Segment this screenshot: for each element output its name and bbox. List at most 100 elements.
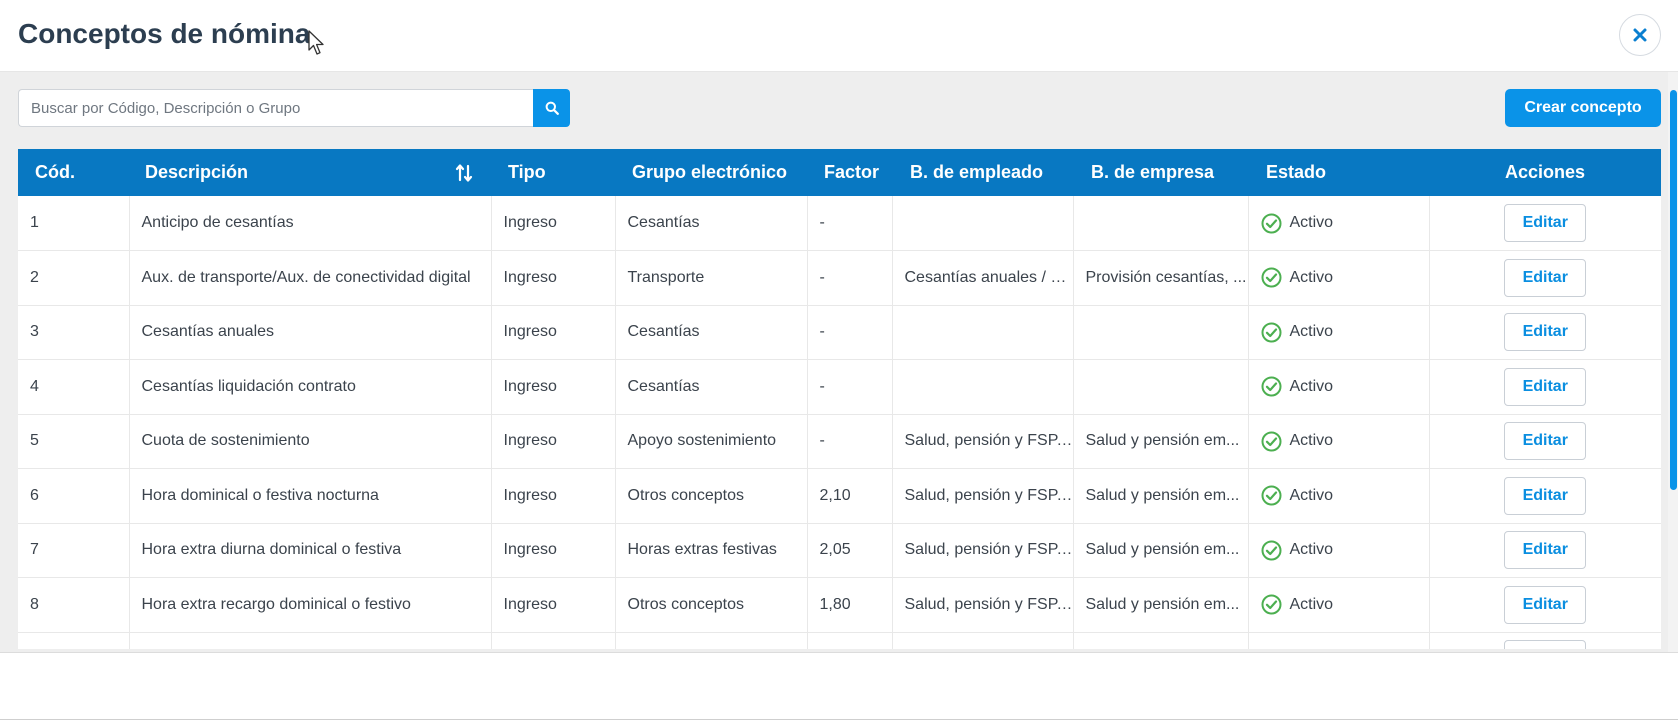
edit-button[interactable]: Editar — [1504, 313, 1587, 352]
concepts-table: Cód. Descripción Tipo Grupo electrónico … — [18, 149, 1661, 649]
cell-cod: 4 — [18, 359, 130, 415]
table-row: 9Hora extra recargo nocturnoIngresoOtros… — [18, 632, 1661, 649]
cell-empleado: Salud, pensión y FSP,... — [892, 577, 1074, 633]
edit-button[interactable]: Editar — [1504, 367, 1587, 406]
cell-tipo: Ingreso — [491, 414, 616, 469]
column-header-estado[interactable]: Estado — [1248, 149, 1429, 196]
cell-empleado: Salud, pensión y FSP,... — [892, 414, 1074, 469]
page-title: Conceptos de nómina — [18, 18, 311, 49]
column-header-empresa[interactable]: B. de empresa — [1073, 149, 1248, 196]
cell-cod: 5 — [18, 414, 130, 469]
cell-factor: 2,05 — [807, 523, 893, 578]
status-label: Activo — [1289, 595, 1334, 613]
edit-button[interactable]: Editar — [1504, 258, 1587, 297]
create-concept-button[interactable]: Crear concepto — [1505, 89, 1661, 127]
search-button[interactable] — [533, 89, 570, 127]
check-circle-icon — [1261, 213, 1281, 233]
close-button[interactable] — [1619, 14, 1661, 56]
cell-grupo: Otros conceptos — [615, 632, 808, 649]
cell-empleado — [892, 196, 1074, 251]
cell-estado: Activo — [1248, 359, 1430, 415]
edit-button[interactable]: Editar — [1504, 204, 1587, 242]
close-icon — [1633, 28, 1647, 42]
cell-cod: 2 — [18, 250, 130, 306]
cell-empleado: Salud, pensión y FSP,... — [892, 468, 1074, 524]
table-header-row: Cód. Descripción Tipo Grupo electrónico … — [18, 149, 1661, 196]
cell-grupo: Transporte — [615, 250, 808, 306]
column-header-descripcion[interactable]: Descripción — [129, 149, 491, 196]
cell-descripcion: Hora extra recargo dominical o festivo — [129, 577, 492, 633]
cell-estado: Activo — [1248, 305, 1430, 360]
cell-grupo: Cesantías — [615, 305, 808, 360]
cell-empresa: Salud y pensión em... — [1073, 632, 1249, 649]
check-circle-icon — [1261, 485, 1281, 506]
cell-acciones: Editar — [1429, 632, 1661, 649]
modal-content: Crear concepto Cód. Descripción T — [0, 72, 1678, 652]
status-label: Activo — [1289, 214, 1334, 231]
cell-empleado: Salud, pensión y FSP,... — [892, 632, 1074, 649]
cell-tipo: Ingreso — [491, 523, 616, 578]
cell-grupo: Cesantías — [615, 359, 808, 415]
cell-tipo: Ingreso — [491, 196, 616, 251]
status-badge: Activo — [1261, 594, 1429, 615]
cell-tipo: Ingreso — [491, 468, 616, 524]
table-body: 1 Anticipo de cesantías Ingreso Cesantías - A… — [18, 196, 1661, 649]
cell-estado: Activo — [1248, 250, 1430, 306]
cell-cod: 7 — [18, 523, 130, 578]
cell-tipo: Ingreso — [491, 305, 616, 360]
cell-empresa: Provisión cesantías, ... — [1073, 250, 1249, 306]
check-circle-icon — [1261, 594, 1281, 615]
edit-button[interactable]: Editar — [1504, 476, 1587, 515]
cell-descripcion: Cuota de sostenimiento — [129, 414, 492, 469]
column-header-grupo[interactable]: Grupo electrónico — [615, 149, 807, 196]
cell-acciones: Editar — [1429, 250, 1661, 306]
cell-empresa — [1073, 196, 1249, 251]
sort-icon[interactable] — [455, 163, 473, 183]
search-bar — [18, 89, 570, 127]
check-circle-icon — [1261, 267, 1281, 288]
cell-descripcion: Hora extra recargo nocturno — [129, 632, 492, 649]
check-circle-icon — [1261, 322, 1281, 343]
table-row: 7 Hora extra diurna dominical o festiva In… — [18, 523, 1661, 578]
check-circle-icon — [1261, 376, 1281, 397]
cell-cod: 3 — [18, 305, 130, 360]
cell-descripcion: Aux. de transporte/Aux. de conectividad … — [129, 250, 492, 306]
cell-estado: Activo — [1248, 523, 1430, 578]
cell-cod: 6 — [18, 468, 130, 524]
cell-empresa: Salud y pensión em... — [1073, 523, 1249, 578]
cell-grupo: Horas extras festivas — [615, 523, 808, 578]
concepts-table-container: Cód. Descripción Tipo Grupo electrónico … — [18, 149, 1661, 649]
edit-button[interactable]: Editar — [1504, 422, 1587, 461]
cell-factor: - — [807, 414, 893, 469]
cell-empleado — [892, 359, 1074, 415]
column-header-factor[interactable]: Factor — [807, 149, 892, 196]
table-row: 1 Anticipo de cesantías Ingreso Cesantías - A… — [18, 196, 1661, 251]
cell-factor: - — [807, 359, 893, 415]
cell-descripcion: Hora dominical o festiva nocturna — [129, 468, 492, 524]
cell-empresa — [1073, 305, 1249, 360]
cell-estado: Activo — [1248, 632, 1430, 649]
column-header-empleado[interactable]: B. de empleado — [892, 149, 1073, 196]
edit-button[interactable]: Editar — [1504, 585, 1587, 624]
cell-empleado: Cesantías anuales / C... — [892, 250, 1074, 306]
cell-factor: 1,80 — [807, 577, 893, 633]
column-header-tipo[interactable]: Tipo — [491, 149, 615, 196]
status-badge: Activo — [1261, 267, 1429, 288]
table-row: 8 Hora extra recargo dominical o festivo I… — [18, 577, 1661, 633]
edit-button[interactable]: Editar — [1504, 640, 1587, 649]
edit-button[interactable]: Editar — [1504, 531, 1587, 570]
cell-empresa: Salud y pensión em... — [1073, 577, 1249, 633]
cell-factor: - — [807, 196, 893, 251]
status-label: Activo — [1289, 486, 1334, 504]
scrollbar-thumb[interactable] — [1670, 90, 1677, 490]
column-header-cod[interactable]: Cód. — [18, 149, 129, 196]
cell-tipo: Ingreso — [491, 632, 616, 649]
cell-empleado: Salud, pensión y FSP,... — [892, 523, 1074, 578]
search-input[interactable] — [18, 89, 534, 127]
search-icon — [545, 101, 559, 115]
check-circle-icon — [1261, 540, 1281, 561]
status-badge: Activo — [1261, 485, 1429, 506]
cell-estado: Activo — [1248, 468, 1430, 524]
modal-header: Conceptos de nómina — [0, 0, 1678, 72]
cell-acciones: Editar — [1429, 577, 1661, 633]
